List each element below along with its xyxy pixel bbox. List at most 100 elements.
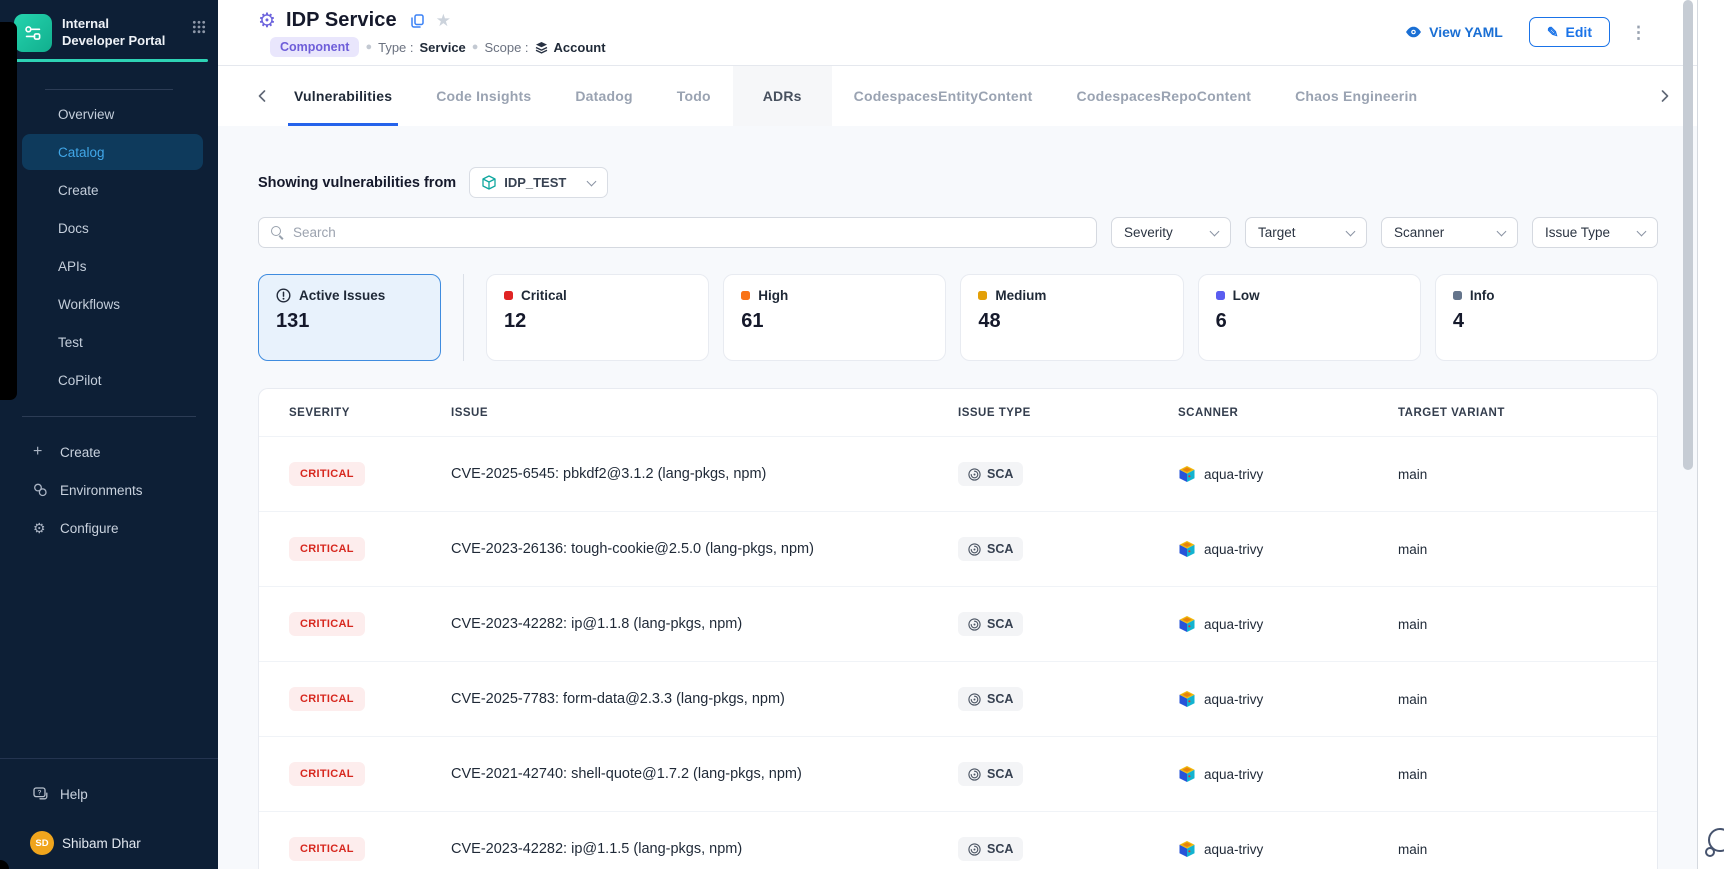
user-menu[interactable]: SD Shibam Dhar	[0, 831, 218, 855]
severity-dot	[1453, 291, 1462, 300]
severity-badge: CRITICAL	[289, 462, 365, 486]
target-variant-cell: main	[1398, 467, 1627, 482]
column-header-issue: ISSUE	[451, 407, 958, 419]
sidebar-action-environments[interactable]: Environments	[0, 471, 218, 509]
entity-kind-badge: Component	[270, 37, 359, 57]
stat-low[interactable]: Low 6	[1198, 274, 1421, 361]
stat-info[interactable]: Info 4	[1435, 274, 1658, 361]
column-header-target-variant: TARGET VARIANT	[1398, 407, 1627, 419]
sidebar-item-workflows[interactable]: Workflows	[22, 286, 203, 322]
table-row[interactable]: CRITICAL CVE-2023-42282: ip@1.1.5 (lang-…	[259, 811, 1657, 869]
vulnerabilities-content: Showing vulnerabilities from IDP_TEST S	[218, 167, 1697, 869]
app-window: Internal Developer Portal Overview Catal…	[0, 0, 1724, 869]
source-select[interactable]: IDP_TEST	[469, 167, 608, 198]
issue-type-pill: SCA	[958, 687, 1023, 711]
eye-icon	[1405, 26, 1422, 38]
copy-icon[interactable]	[411, 14, 424, 28]
showing-label: Showing vulnerabilities from	[258, 175, 456, 191]
severity-badge: CRITICAL	[289, 762, 365, 786]
table-row[interactable]: CRITICAL CVE-2023-42282: ip@1.1.8 (lang-…	[259, 586, 1657, 661]
table-row[interactable]: CRITICAL CVE-2025-6545: pbkdf2@3.1.2 (la…	[259, 436, 1657, 511]
view-yaml-button[interactable]: View YAML	[1405, 24, 1503, 40]
column-header-issue-type: ISSUE TYPE	[958, 407, 1178, 419]
target-variant-cell: main	[1398, 617, 1627, 632]
stat-high[interactable]: High 61	[723, 274, 946, 361]
severity-badge: CRITICAL	[289, 537, 365, 561]
page-title: IDP Service	[286, 9, 397, 32]
sidebar-item-copilot[interactable]: CoPilot	[22, 362, 203, 398]
issue-cell: CVE-2023-42282: ip@1.1.8 (lang-pkgs, npm…	[451, 616, 958, 632]
issue-cell: CVE-2023-26136: tough-cookie@2.5.0 (lang…	[451, 541, 958, 557]
kebab-menu-icon[interactable]: ⋮	[1630, 24, 1647, 41]
brand-logo[interactable]	[14, 14, 52, 52]
sidebar-item-docs[interactable]: Docs	[22, 210, 203, 246]
entity-tabs: Vulnerabilities Code Insights Datadog To…	[218, 66, 1697, 126]
sidebar-divider	[0, 758, 218, 759]
pencil-icon: ✎	[1547, 25, 1559, 39]
table-row[interactable]: CRITICAL CVE-2025-7783: form-data@2.3.3 …	[259, 661, 1657, 736]
floating-widget[interactable]	[1703, 826, 1724, 865]
avatar: SD	[30, 831, 54, 855]
sidebar-header: Internal Developer Portal	[0, 0, 218, 52]
issue-cell: CVE-2023-42282: ip@1.1.5 (lang-pkgs, npm…	[451, 841, 958, 857]
edit-button[interactable]: ✎ Edit	[1529, 17, 1610, 47]
apps-grid-icon[interactable]	[192, 20, 206, 39]
search-input[interactable]	[293, 225, 1084, 240]
scope-layers-icon	[535, 41, 548, 54]
table-row[interactable]: CRITICAL CVE-2023-26136: tough-cookie@2.…	[259, 511, 1657, 586]
trivy-logo-icon	[1178, 465, 1196, 483]
sidebar-help[interactable]: ? Help	[0, 775, 218, 813]
filter-scanner[interactable]: Scanner	[1381, 217, 1518, 248]
issue-type-pill: SCA	[958, 762, 1023, 786]
issue-cell: CVE-2025-6545: pbkdf2@3.1.2 (lang-pkgs, …	[451, 466, 958, 482]
tab-chaos-engineering[interactable]: Chaos Engineerin	[1273, 66, 1433, 126]
tab-todo[interactable]: Todo	[655, 66, 733, 126]
filter-target[interactable]: Target	[1245, 217, 1367, 248]
scanner-cell: aqua-trivy	[1178, 690, 1398, 708]
sidebar-item-test[interactable]: Test	[22, 324, 203, 360]
sidebar-item-catalog[interactable]: Catalog	[22, 134, 203, 170]
sidebar-action-create[interactable]: + Create	[0, 433, 218, 471]
tab-code-insights[interactable]: Code Insights	[414, 66, 553, 126]
star-icon[interactable]: ★	[436, 12, 451, 29]
sidebar-action-configure[interactable]: ⚙ Configure	[0, 509, 218, 547]
tab-vulnerabilities[interactable]: Vulnerabilities	[272, 66, 414, 126]
sidebar-item-overview[interactable]: Overview	[22, 96, 203, 132]
user-name: Shibam Dhar	[62, 836, 141, 851]
target-variant-cell: main	[1398, 842, 1627, 857]
tabs-scroll-left-icon[interactable]	[252, 66, 272, 126]
tab-codespaces-entity-content[interactable]: CodespacesEntityContent	[832, 66, 1055, 126]
environments-icon	[33, 483, 60, 497]
trivy-logo-icon	[1178, 540, 1196, 558]
table-row[interactable]: CRITICAL CVE-2021-42740: shell-quote@1.7…	[259, 736, 1657, 811]
stat-value: 4	[1453, 310, 1640, 333]
type-value: Service	[420, 40, 466, 55]
chevron-down-icon	[587, 176, 597, 186]
tab-adrs[interactable]: ADRs	[733, 66, 832, 126]
filter-severity[interactable]: Severity	[1111, 217, 1231, 248]
target-variant-cell: main	[1398, 542, 1627, 557]
entity-header: ⚙ IDP Service ★ Component ● Type : Servi…	[218, 0, 1697, 66]
stat-active-issues[interactable]: Active Issues 131	[258, 274, 441, 361]
stat-medium[interactable]: Medium 48	[960, 274, 1183, 361]
column-header-scanner: SCANNER	[1178, 407, 1398, 419]
tab-codespaces-repo-content[interactable]: CodespacesRepoContent	[1055, 66, 1274, 126]
type-label: Type :	[378, 40, 413, 55]
sidebar-item-apis[interactable]: APIs	[22, 248, 203, 284]
help-chat-icon: ?	[33, 787, 60, 802]
vertical-scrollbar-thumb[interactable]	[1683, 0, 1693, 470]
dot-separator: ●	[472, 41, 479, 53]
sidebar-item-create[interactable]: Create	[22, 172, 203, 208]
main-panel: ⚙ IDP Service ★ Component ● Type : Servi…	[218, 0, 1697, 869]
sca-icon	[968, 768, 981, 781]
tab-datadog[interactable]: Datadog	[553, 66, 654, 126]
trivy-logo-icon	[1178, 690, 1196, 708]
severity-dot	[741, 291, 750, 300]
stat-value: 61	[741, 310, 928, 333]
filter-issue-type[interactable]: Issue Type	[1532, 217, 1658, 248]
stat-critical[interactable]: Critical 12	[486, 274, 709, 361]
severity-dot	[1216, 291, 1225, 300]
sca-icon	[968, 693, 981, 706]
table-header-row: SEVERITY ISSUE ISSUE TYPE SCANNER TARGET…	[259, 389, 1657, 436]
dot-separator: ●	[365, 41, 372, 53]
